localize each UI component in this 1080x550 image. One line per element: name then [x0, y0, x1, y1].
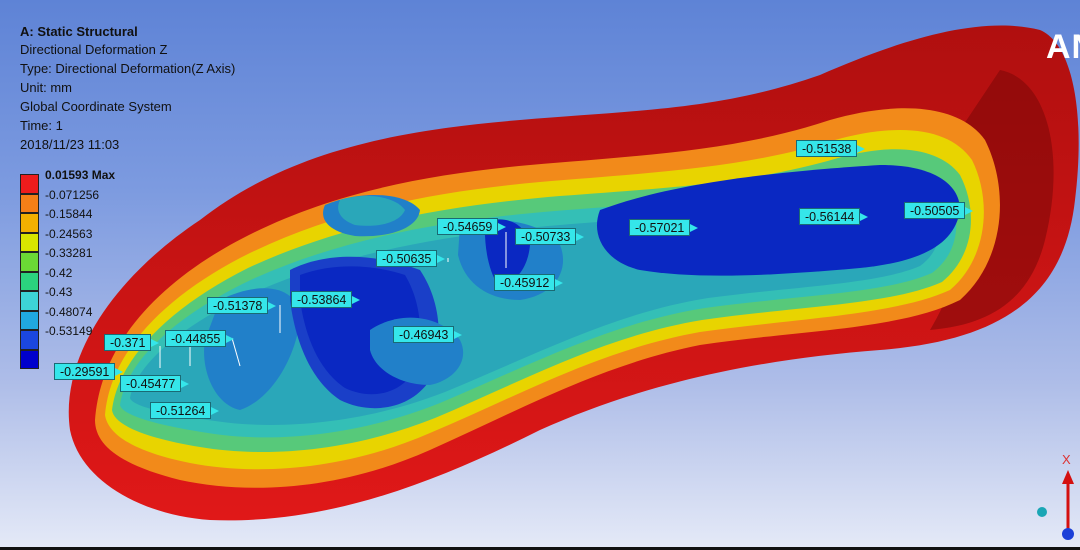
result-date: 2018/11/23 11:03	[20, 137, 120, 152]
triad-origin-ball	[1037, 507, 1047, 517]
legend-swatch	[20, 330, 39, 350]
legend-label: -0.43	[45, 285, 73, 299]
legend-label: -0.33281	[45, 246, 93, 260]
triad-x-arrow	[1062, 470, 1074, 484]
triad-z-ball	[1062, 528, 1074, 540]
probe-056144[interactable]: -0.56144	[799, 208, 869, 225]
probe-044855[interactable]: -0.44855	[165, 330, 235, 347]
triad-x-label: X	[1062, 452, 1071, 467]
legend-label: -0.42	[45, 265, 73, 280]
legend-label: -0.48074	[45, 304, 93, 319]
probe-050635[interactable]: -0.50635	[376, 250, 446, 267]
legend-swatch	[20, 252, 39, 272]
probe-051378[interactable]: -0.51378	[207, 297, 277, 314]
result-unit: Unit: mm	[20, 80, 72, 95]
legend-swatch	[20, 232, 39, 252]
probe-050733[interactable]: -0.50733	[515, 228, 585, 245]
probe-054659[interactable]: -0.54659	[437, 218, 507, 235]
probe-051538[interactable]: -0.51538	[796, 140, 866, 157]
axis-triad[interactable]: X	[1030, 450, 1080, 545]
legend-label: 0.01593 Max	[45, 168, 116, 182]
probe-029591[interactable]: -0.29591	[54, 363, 124, 380]
legend-swatch	[20, 271, 39, 291]
legend-label: -0.15844	[45, 207, 93, 221]
legend-swatch	[20, 213, 39, 233]
result-time: Time: 1	[20, 118, 63, 133]
legend-label: -0.24563	[45, 226, 93, 241]
ansys-logo: AN	[1046, 28, 1080, 66]
probe-046943[interactable]: -0.46943	[393, 326, 463, 343]
graphics-viewport[interactable]: A: Static Structural Directional Deforma…	[0, 0, 1080, 550]
result-name: Directional Deformation Z	[20, 42, 168, 57]
probe-050505[interactable]: -0.50505	[904, 202, 974, 219]
analysis-title: A: Static Structural	[20, 24, 138, 39]
probe-053864[interactable]: -0.53864	[291, 291, 361, 308]
coordinate-system: Global Coordinate System	[20, 99, 172, 114]
legend-swatch	[20, 310, 39, 330]
legend-swatch	[20, 291, 39, 311]
legend-swatch	[20, 349, 39, 369]
probe-0371[interactable]: -0.371	[104, 334, 160, 351]
probe-045912[interactable]: -0.45912	[494, 274, 564, 291]
result-type: Type: Directional Deformation(Z Axis)	[20, 61, 236, 76]
probe-051264[interactable]: -0.51264	[150, 402, 220, 419]
probe-057021[interactable]: -0.57021	[629, 219, 699, 236]
legend-label: -0.53149	[45, 324, 93, 338]
legend-swatch	[20, 193, 39, 213]
legend-swatch	[20, 174, 39, 194]
legend-label: -0.071256	[45, 187, 100, 202]
probe-045477[interactable]: -0.45477	[120, 375, 190, 392]
